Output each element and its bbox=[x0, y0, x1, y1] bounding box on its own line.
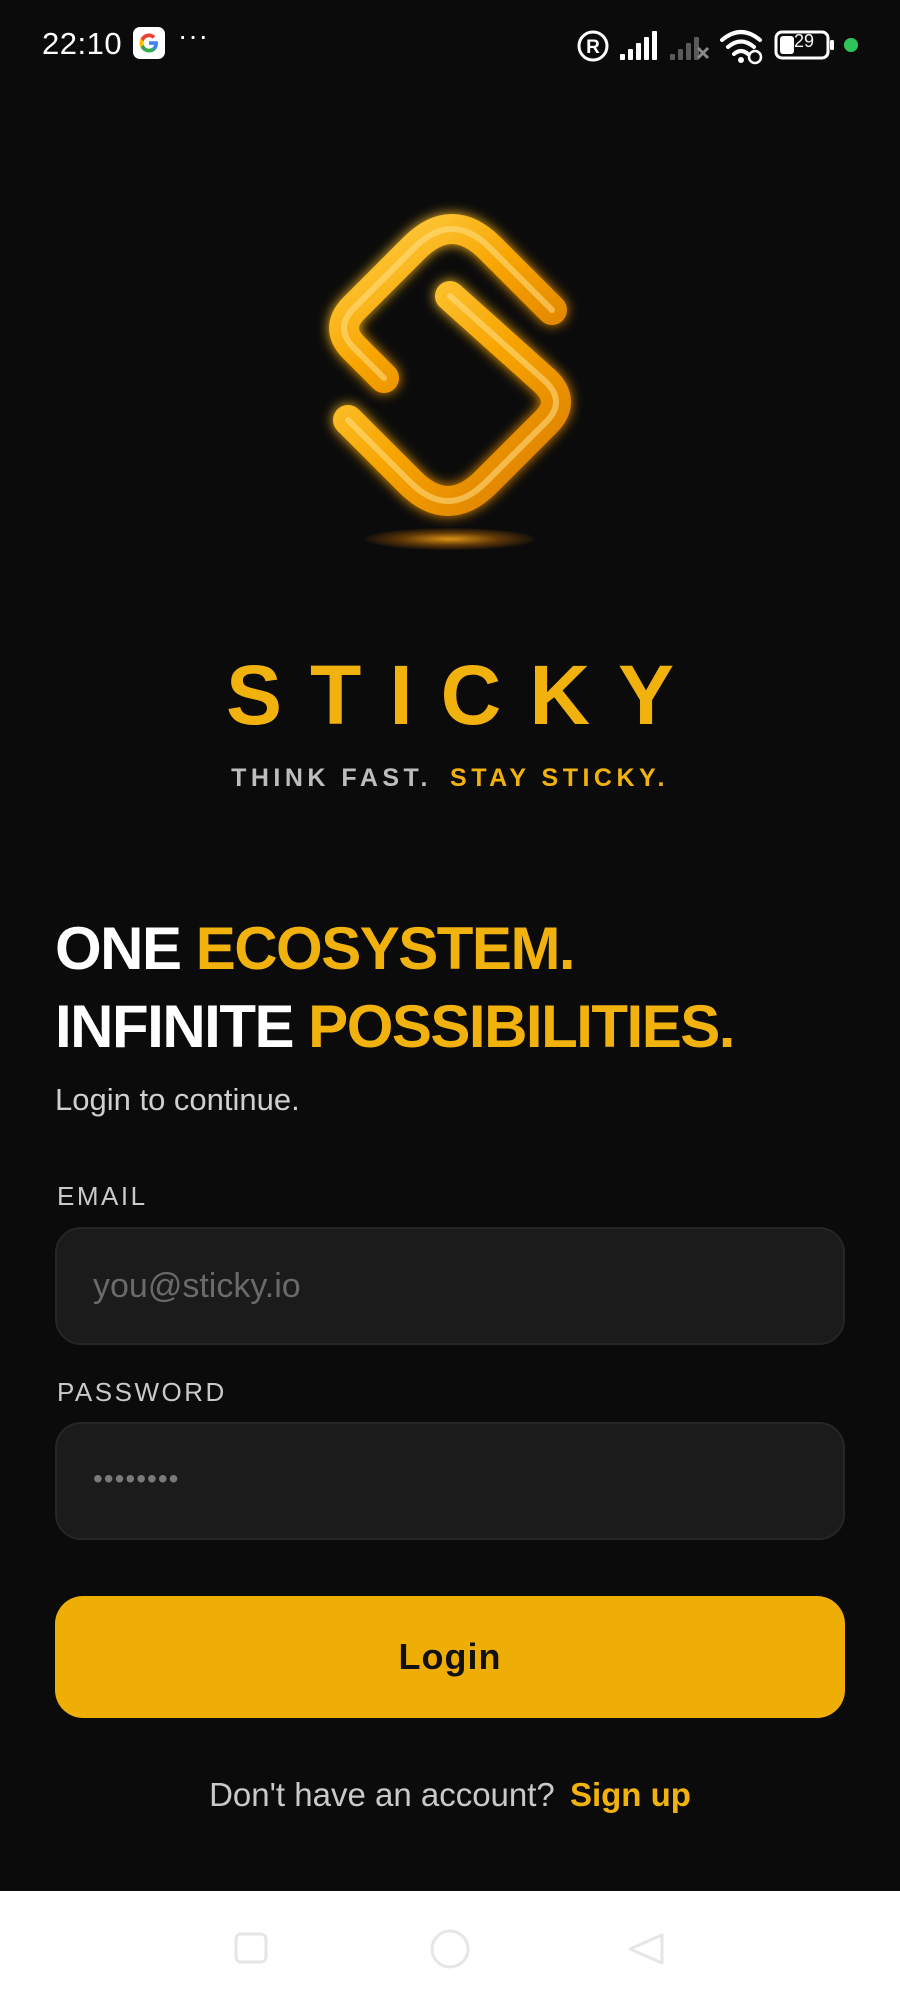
password-field[interactable]: •••••••• bbox=[55, 1422, 845, 1540]
google-icon bbox=[133, 27, 165, 59]
login-button[interactable]: Login bbox=[55, 1596, 845, 1718]
navigation-bar bbox=[0, 1891, 900, 2000]
headline-line1-white: ONE bbox=[55, 915, 196, 982]
headline-line2: INFINITE POSSIBILITIES. bbox=[55, 988, 875, 1066]
app-name: STICKY bbox=[225, 648, 703, 742]
status-more-dots: ··· bbox=[178, 20, 209, 51]
battery-icon: 29 bbox=[774, 26, 836, 66]
headline: ONE ECOSYSTEM. INFINITE POSSIBILITIES. bbox=[55, 910, 875, 1066]
signal-icon bbox=[620, 31, 657, 60]
battery-level: 29 bbox=[793, 31, 815, 51]
wifi-icon bbox=[720, 30, 763, 65]
headline-line1: ONE ECOSYSTEM. bbox=[55, 910, 875, 988]
status-bar: 22:10 ··· R 29 bbox=[0, 0, 900, 92]
registered-icon: R bbox=[577, 30, 609, 62]
password-masked-value: •••••••• bbox=[93, 1463, 180, 1494]
email-label: EMAIL bbox=[57, 1181, 148, 1211]
signup-link[interactable]: Sign up bbox=[570, 1776, 691, 1813]
signup-prompt: Don't have an account? bbox=[209, 1776, 555, 1813]
tagline: THINK FAST. STAY STICKY. bbox=[0, 764, 900, 793]
svg-text:R: R bbox=[586, 37, 600, 58]
tagline-part2: STAY STICKY. bbox=[450, 764, 669, 792]
back-icon[interactable] bbox=[626, 1931, 666, 1967]
home-icon[interactable] bbox=[428, 1927, 472, 1971]
tagline-part1: THINK FAST. bbox=[231, 764, 433, 792]
headline-line2-white: INFINITE bbox=[55, 993, 309, 1060]
logo-glow bbox=[365, 528, 535, 550]
sticky-logo-icon bbox=[329, 214, 571, 516]
recents-icon[interactable] bbox=[232, 1931, 270, 1965]
login-screen: 22:10 ··· R 29 STICKY THINK FAST. STAY S… bbox=[0, 0, 900, 2000]
status-dot-icon bbox=[844, 38, 858, 52]
signal-off-icon bbox=[670, 37, 710, 60]
headline-line1-accent: ECOSYSTEM. bbox=[195, 915, 576, 982]
signup-row: Don't have an account? Sign up bbox=[0, 1776, 900, 1814]
email-placeholder: you@sticky.io bbox=[93, 1267, 301, 1305]
status-time: 22:10 bbox=[42, 26, 123, 61]
email-field[interactable]: you@sticky.io bbox=[55, 1227, 845, 1345]
subtitle: Login to continue. bbox=[55, 1082, 300, 1117]
headline-line2-accent: POSSIBILITIES. bbox=[308, 993, 735, 1060]
password-label: PASSWORD bbox=[57, 1377, 227, 1407]
